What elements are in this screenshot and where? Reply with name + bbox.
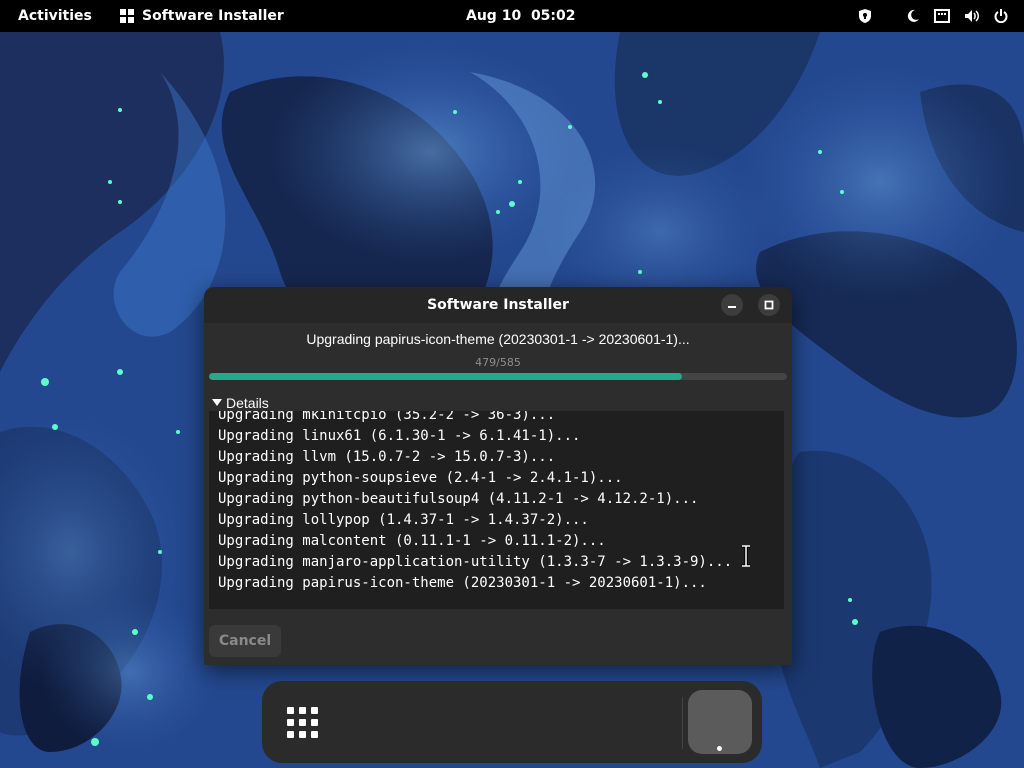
- software-installer-dialog: Software Installer Upgrading papirus-ico…: [204, 287, 792, 665]
- details-label: Details: [226, 395, 269, 411]
- app-grid-icon: [120, 9, 134, 23]
- log-line: Upgrading llvm (15.0.7-2 -> 15.0.7-3)...: [218, 449, 556, 465]
- activities-button[interactable]: Activities: [18, 0, 92, 32]
- progress-bar: [209, 373, 787, 380]
- details-log[interactable]: Upgrading mkinitcpio (35.2-2 -> 36-3)...…: [209, 411, 784, 609]
- show-apps-grid-icon[interactable]: [286, 706, 320, 740]
- log-line: Upgrading linux61 (6.1.30-1 -> 6.1.41-1)…: [218, 428, 581, 444]
- log-line: Upgrading lollypop (1.4.37-1 -> 1.4.37-2…: [218, 512, 589, 528]
- log-lines: Upgrading mkinitcpio (35.2-2 -> 36-3)...…: [218, 411, 732, 594]
- app-menu[interactable]: Software Installer: [120, 0, 284, 32]
- maximize-button[interactable]: [758, 294, 780, 316]
- status-text: Upgrading papirus-icon-theme (20230301-1…: [306, 331, 690, 347]
- expander-triangle-icon: [212, 399, 222, 406]
- log-line: Upgrading manjaro-application-utility (1…: [218, 554, 733, 570]
- log-line: Upgrading papirus-icon-theme (20230301-1…: [218, 575, 707, 591]
- log-line: Upgrading python-soupsieve (2.4-1 -> 2.4…: [218, 470, 623, 486]
- cancel-button[interactable]: Cancel: [209, 625, 281, 657]
- progress-count: 479/585: [475, 356, 521, 369]
- log-line: Upgrading mkinitcpio (35.2-2 -> 36-3)...: [218, 411, 556, 423]
- progress-bar-fill: [209, 373, 683, 380]
- system-tray[interactable]: [858, 0, 1008, 32]
- top-bar: Activities Software Installer Aug 10 05:…: [0, 0, 1024, 32]
- network-icon[interactable]: [934, 9, 950, 23]
- dash-dock: [262, 681, 762, 763]
- log-line: Upgrading malcontent (0.11.1-1 -> 0.11.1…: [218, 533, 606, 549]
- running-indicator-dot: [717, 746, 722, 751]
- clock-time: 05:02: [530, 8, 576, 24]
- running-app-tile[interactable]: [688, 690, 752, 754]
- details-expander[interactable]: Details: [212, 394, 269, 412]
- log-line: Upgrading python-beautifulsoup4 (4.11.2-…: [218, 491, 699, 507]
- maximize-icon: [764, 300, 774, 310]
- minimize-icon: [728, 306, 736, 308]
- privacy-shield-icon[interactable]: [858, 8, 872, 24]
- clock[interactable]: Aug 10 05:02: [466, 0, 576, 32]
- dialog-title: Software Installer: [427, 297, 569, 313]
- volume-icon[interactable]: [964, 9, 980, 23]
- minimize-button[interactable]: [721, 294, 743, 316]
- night-light-icon[interactable]: [906, 9, 920, 23]
- dock-separator: [682, 697, 683, 749]
- app-menu-label: Software Installer: [142, 8, 284, 24]
- power-icon[interactable]: [994, 9, 1008, 23]
- text-cursor-icon: [742, 545, 750, 567]
- clock-date: Aug 10: [466, 8, 522, 24]
- dialog-titlebar[interactable]: Software Installer: [204, 287, 792, 323]
